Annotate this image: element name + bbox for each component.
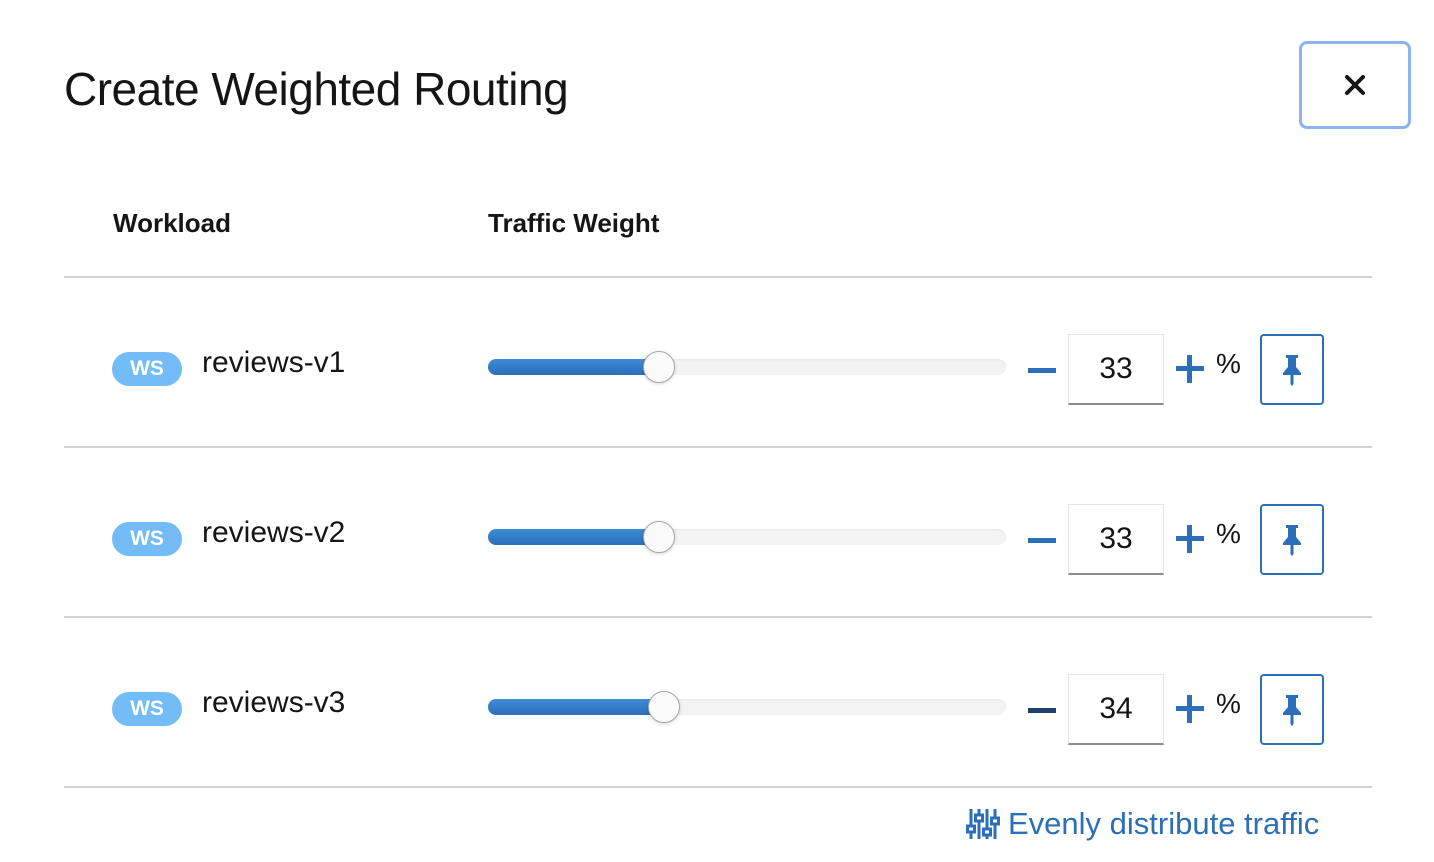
increment-button[interactable]: [1174, 353, 1206, 385]
weight-input[interactable]: [1068, 674, 1164, 745]
column-header-workload: Workload: [113, 208, 231, 238]
decrement-button[interactable]: [1026, 354, 1058, 386]
workload-badge: WS: [112, 522, 182, 556]
thumbtack-icon: [1283, 524, 1301, 556]
traffic-weight-slider[interactable]: [488, 521, 1006, 557]
percent-unit: %: [1216, 688, 1241, 719]
pin-button[interactable]: [1260, 334, 1324, 405]
slider-fill: [488, 359, 659, 375]
workload-name: reviews-v2: [202, 516, 346, 549]
table-header: Workload Traffic Weight: [64, 190, 1372, 278]
decrement-button[interactable]: [1026, 694, 1058, 726]
thumbtack-icon: [1283, 354, 1301, 386]
thumbtack-icon: [1283, 694, 1301, 726]
workload-name: reviews-v1: [202, 346, 346, 379]
slider-thumb[interactable]: [648, 691, 680, 723]
evenly-distribute-link[interactable]: Evenly distribute traffic: [966, 804, 1319, 844]
minus-icon: [1028, 368, 1056, 373]
increment-button[interactable]: [1174, 693, 1206, 725]
traffic-weight-slider[interactable]: [488, 691, 1006, 727]
decrement-button[interactable]: [1026, 524, 1058, 556]
minus-icon: [1028, 538, 1056, 543]
slider-thumb[interactable]: [643, 351, 675, 383]
evenly-distribute-label: Evenly distribute traffic: [1008, 806, 1320, 841]
slider-fill: [488, 529, 659, 545]
pin-button[interactable]: [1260, 504, 1324, 575]
pin-button[interactable]: [1260, 674, 1324, 745]
workload-badge: WS: [112, 692, 182, 726]
sliders-icon: [966, 809, 1000, 839]
percent-unit: %: [1216, 348, 1241, 379]
weight-input[interactable]: [1068, 334, 1164, 405]
workload-badge: WS: [112, 352, 182, 386]
minus-icon: [1028, 708, 1056, 713]
traffic-weight-slider[interactable]: [488, 351, 1006, 387]
slider-fill: [488, 699, 664, 715]
table-row: WS reviews-v2 %: [64, 448, 1372, 618]
column-header-traffic-weight: Traffic Weight: [488, 208, 660, 238]
percent-unit: %: [1216, 518, 1241, 549]
table-row: WS reviews-v1 %: [64, 278, 1372, 448]
page-title: Create Weighted Routing: [64, 63, 569, 115]
close-icon: [1345, 75, 1365, 95]
close-button[interactable]: [1299, 41, 1411, 129]
workload-name: reviews-v3: [202, 686, 346, 719]
slider-thumb[interactable]: [643, 521, 675, 553]
table-row: WS reviews-v3 %: [64, 618, 1372, 788]
weight-input[interactable]: [1068, 504, 1164, 575]
increment-button[interactable]: [1174, 523, 1206, 555]
